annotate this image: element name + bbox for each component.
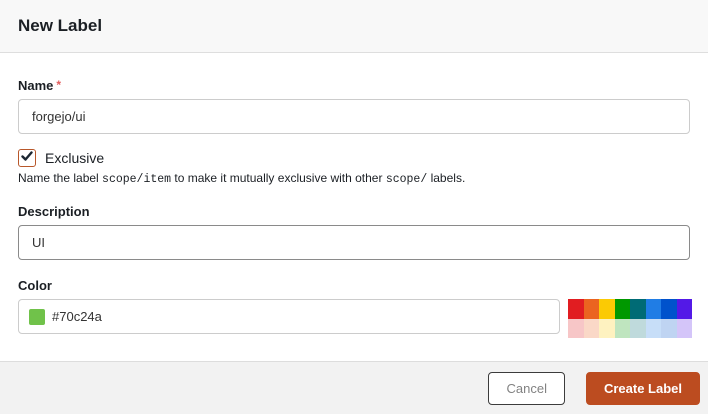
help-text-middle: to make it mutually exclusive with other — [171, 171, 386, 185]
name-field-group: Name * — [18, 78, 690, 134]
description-field-group: Description — [18, 204, 690, 260]
checkbox-checkmark-icon — [21, 149, 33, 167]
palette-swatch[interactable] — [614, 318, 630, 338]
create-label-button[interactable]: Create Label — [585, 371, 700, 405]
color-field-group: Color — [18, 278, 692, 338]
palette-swatch[interactable] — [568, 299, 584, 319]
name-label-text: Name — [18, 78, 54, 93]
palette-swatch[interactable] — [614, 299, 630, 319]
palette-swatch[interactable] — [661, 299, 677, 319]
description-input[interactable] — [18, 225, 690, 260]
color-label: Color — [18, 278, 52, 293]
palette-swatch[interactable] — [676, 299, 692, 319]
palette-swatch[interactable] — [645, 318, 661, 338]
help-text-suffix: labels. — [427, 171, 466, 185]
description-label: Description — [18, 204, 90, 219]
required-asterisk: * — [56, 78, 62, 92]
color-input-wrapper — [18, 299, 560, 334]
color-preview-swatch — [29, 308, 45, 325]
dialog-title: New Label — [18, 16, 103, 35]
exclusive-help-text: Name the label scope/item to make it mut… — [18, 171, 690, 186]
dialog-body: Name * Exclusive Name the label scope/it… — [0, 53, 708, 361]
palette-swatch[interactable] — [645, 299, 661, 319]
color-palette — [568, 299, 692, 338]
name-input[interactable] — [18, 99, 690, 134]
palette-swatch[interactable] — [583, 318, 599, 338]
new-label-dialog: New Label Name * Exclusive Name the labe… — [0, 0, 708, 414]
palette-swatch[interactable] — [661, 318, 677, 338]
dialog-footer: Cancel Create Label — [0, 361, 708, 414]
palette-swatch[interactable] — [630, 318, 646, 338]
palette-swatch[interactable] — [630, 299, 646, 319]
palette-swatch[interactable] — [583, 299, 599, 319]
color-hex-input[interactable] — [52, 300, 549, 333]
palette-swatch[interactable] — [599, 318, 615, 338]
exclusive-checkbox-row[interactable]: Exclusive — [18, 149, 690, 167]
palette-swatch[interactable] — [676, 318, 692, 338]
palette-swatch[interactable] — [599, 299, 615, 319]
exclusive-checkbox[interactable] — [18, 149, 36, 167]
help-code-scope: scope/ — [385, 173, 428, 186]
help-text-prefix: Name the label — [18, 171, 103, 185]
palette-swatch[interactable] — [568, 318, 584, 338]
help-code-scope-item: scope/item — [102, 173, 172, 186]
cancel-button[interactable]: Cancel — [488, 371, 565, 405]
name-label: Name * — [18, 78, 690, 93]
dialog-header: New Label — [0, 0, 708, 53]
color-row — [18, 299, 692, 338]
exclusive-label[interactable]: Exclusive — [45, 150, 104, 166]
